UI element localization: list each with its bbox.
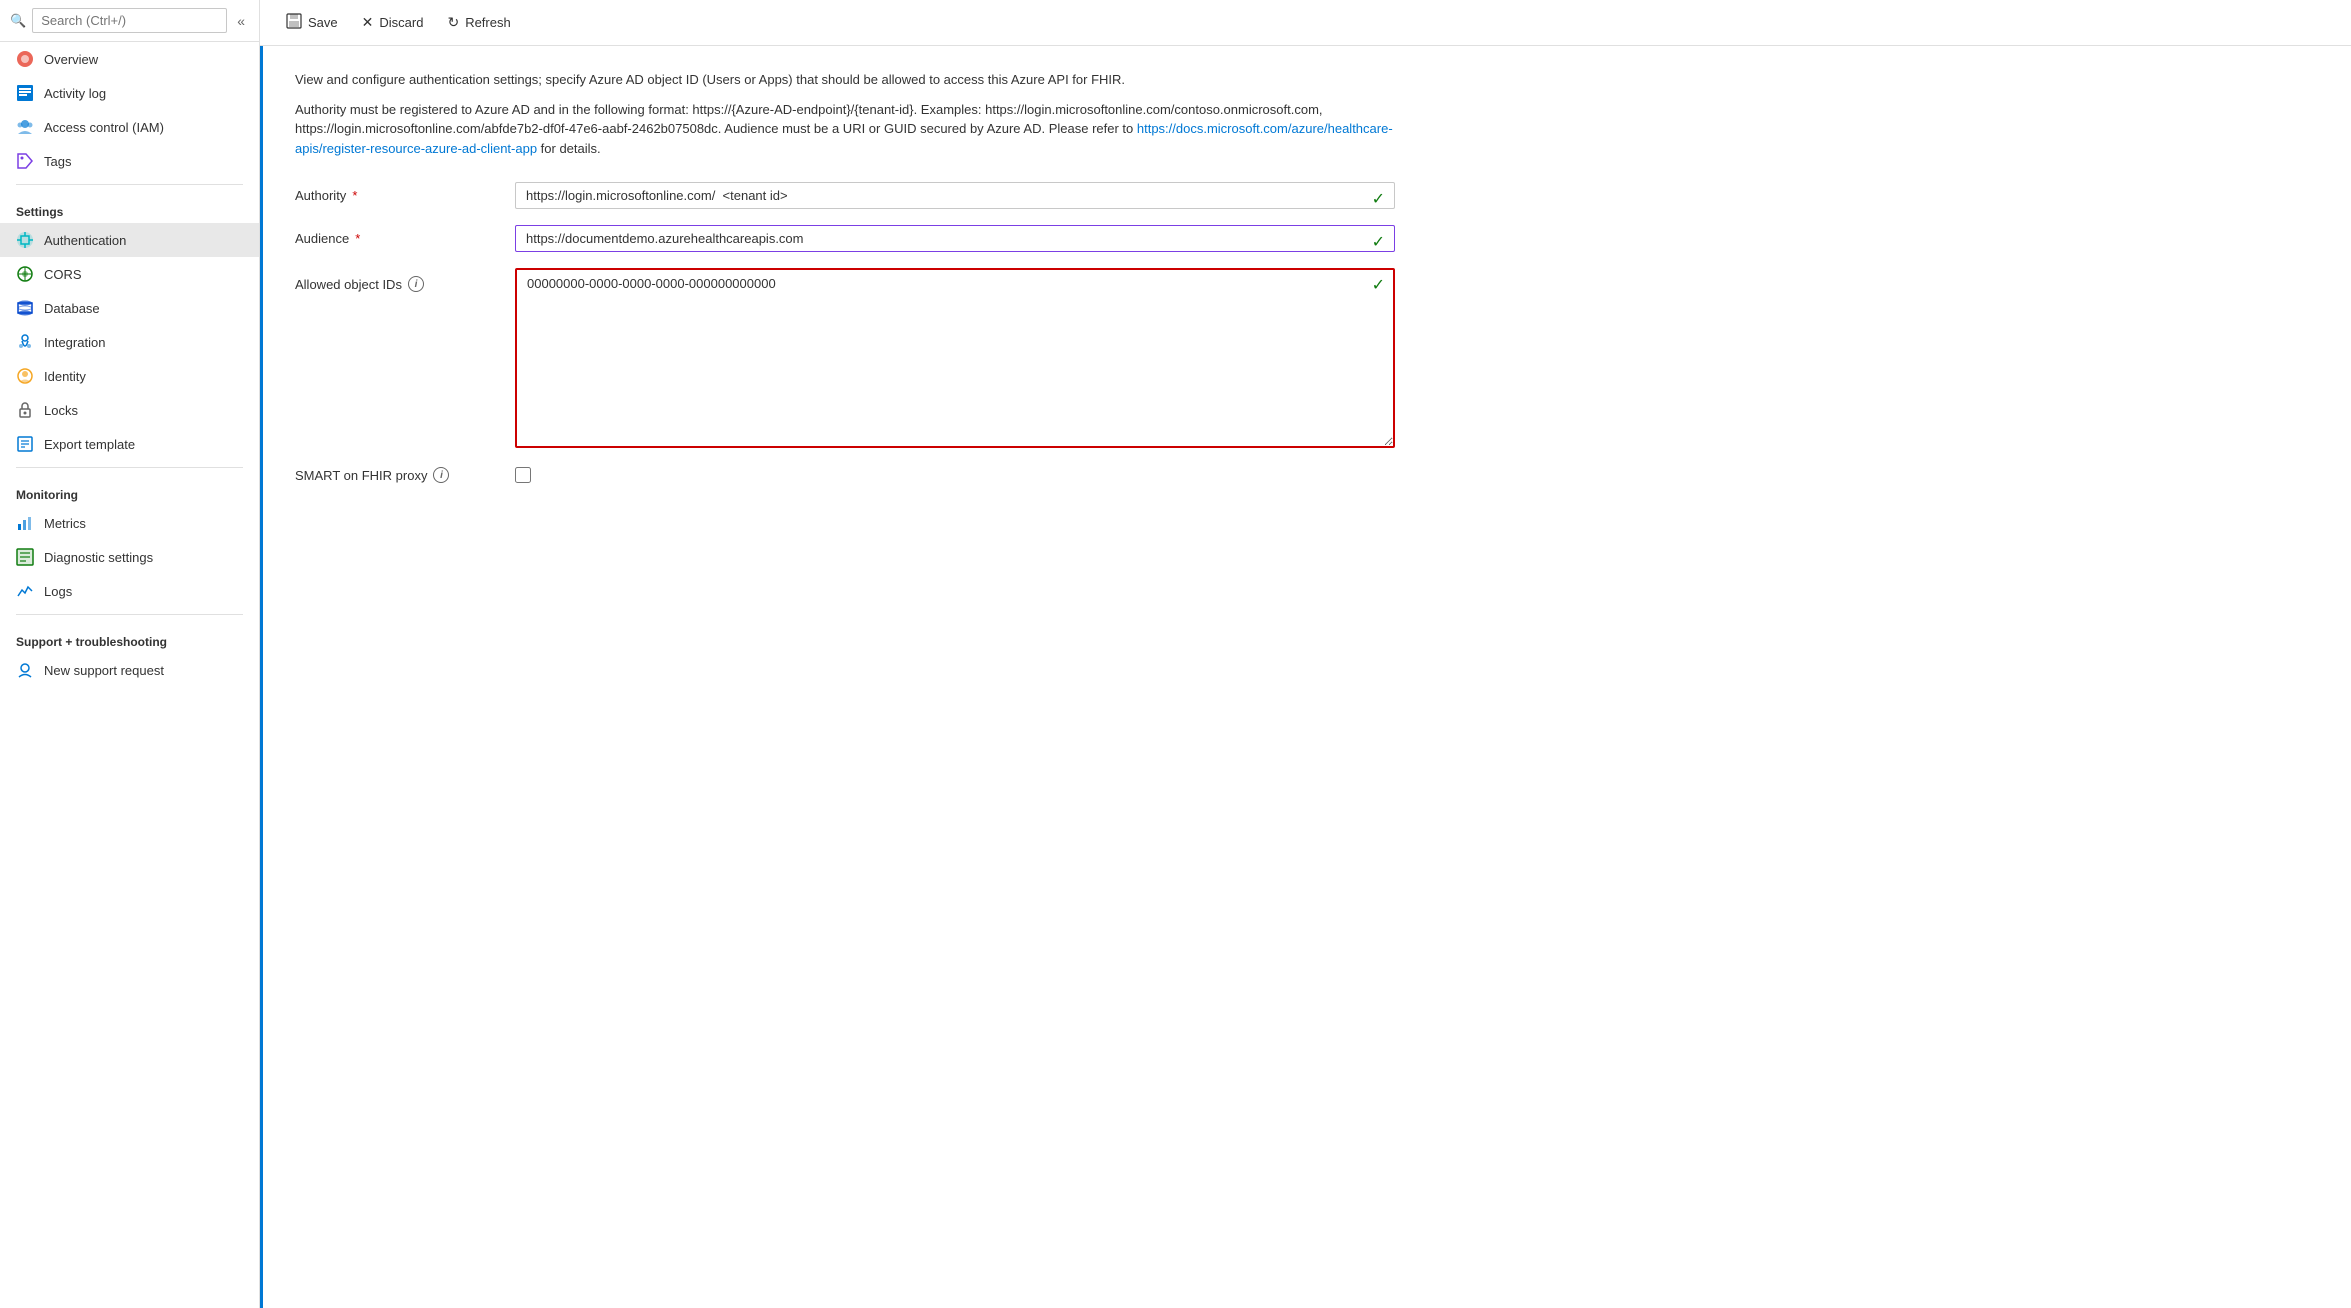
sidebar-item-label: Identity	[44, 369, 86, 384]
save-icon	[286, 13, 302, 32]
allowed-object-ids-textarea[interactable]: 00000000-0000-0000-0000-000000000000	[515, 268, 1395, 448]
discard-icon: ✕	[362, 14, 374, 31]
overview-icon	[16, 50, 34, 68]
audience-row: Audience * ✓	[295, 225, 1395, 252]
authority-valid-icon: ✓	[1372, 189, 1385, 209]
metrics-icon	[16, 514, 34, 532]
cors-icon	[16, 265, 34, 283]
divider-support	[16, 614, 243, 615]
sidebar-item-label: Database	[44, 301, 100, 316]
authority-required-star: *	[352, 188, 357, 203]
toolbar: Save ✕ Discard ↻ Refresh	[260, 0, 2351, 46]
sidebar-item-locks[interactable]: Locks	[0, 393, 259, 427]
identity-icon	[16, 367, 34, 385]
sidebar-item-label: New support request	[44, 663, 164, 678]
authentication-icon	[16, 231, 34, 249]
support-section-label: Support + troubleshooting	[0, 621, 259, 653]
smart-fhir-checkbox[interactable]	[515, 467, 531, 483]
sidebar-item-label: Overview	[44, 52, 98, 67]
audience-required-star: *	[355, 231, 360, 246]
sidebar-item-label: Locks	[44, 403, 78, 418]
sidebar-item-cors[interactable]: CORS	[0, 257, 259, 291]
sidebar-item-identity[interactable]: Identity	[0, 359, 259, 393]
sidebar-item-label: Activity log	[44, 86, 106, 101]
description-paragraph-1: View and configure authentication settin…	[295, 70, 1395, 90]
sidebar-navigation: Overview Activity log Access control (IA…	[0, 42, 259, 1288]
sidebar-item-tags[interactable]: Tags	[0, 144, 259, 178]
sidebar-item-authentication[interactable]: Authentication	[0, 223, 259, 257]
authority-input[interactable]	[515, 182, 1395, 209]
sidebar: 🔍 « Overview Activity log Access control…	[0, 0, 260, 1308]
sidebar-item-label: Export template	[44, 437, 135, 452]
authority-label: Authority *	[295, 182, 515, 203]
smart-fhir-row: SMART on FHIR proxy i	[295, 467, 1395, 483]
discard-label: Discard	[379, 15, 423, 30]
sidebar-item-export-template[interactable]: Export template	[0, 427, 259, 461]
integration-icon	[16, 333, 34, 351]
allowed-object-ids-valid-icon: ✓	[1372, 275, 1385, 295]
audience-label: Audience *	[295, 225, 515, 246]
audience-input[interactable]	[515, 225, 1395, 252]
diagnostic-settings-icon	[16, 548, 34, 566]
sidebar-item-label: Tags	[44, 154, 71, 169]
sidebar-item-diagnostic-settings[interactable]: Diagnostic settings	[0, 540, 259, 574]
divider-settings	[16, 184, 243, 185]
sidebar-item-label: CORS	[44, 267, 82, 282]
content-area: View and configure authentication settin…	[260, 46, 2351, 1308]
locks-icon	[16, 401, 34, 419]
authority-row: Authority * ✓	[295, 182, 1395, 209]
sidebar-item-label: Access control (IAM)	[44, 120, 164, 135]
settings-section-label: Settings	[0, 191, 259, 223]
activity-log-icon	[16, 84, 34, 102]
collapse-button[interactable]: «	[233, 11, 249, 31]
search-icon: 🔍	[10, 13, 26, 29]
save-button[interactable]: Save	[276, 8, 348, 37]
database-icon	[16, 299, 34, 317]
sidebar-item-new-support-request[interactable]: New support request	[0, 653, 259, 687]
sidebar-item-label: Integration	[44, 335, 105, 350]
sidebar-item-label: Diagnostic settings	[44, 550, 153, 565]
allowed-object-ids-input-wrap: 00000000-0000-0000-0000-000000000000 ✓	[515, 268, 1395, 451]
monitoring-section-label: Monitoring	[0, 474, 259, 506]
description-text-part2: for details.	[537, 141, 601, 156]
refresh-label: Refresh	[465, 15, 511, 30]
logs-icon	[16, 582, 34, 600]
sidebar-item-overview[interactable]: Overview	[0, 42, 259, 76]
divider-monitoring	[16, 467, 243, 468]
allowed-object-ids-label: Allowed object IDs i	[295, 268, 515, 292]
sidebar-item-label: Metrics	[44, 516, 86, 531]
sidebar-item-logs[interactable]: Logs	[0, 574, 259, 608]
allowed-object-ids-info-icon[interactable]: i	[408, 276, 424, 292]
main-content-area: Save ✕ Discard ↻ Refresh View and config…	[260, 0, 2351, 1308]
sidebar-search-area: 🔍 «	[0, 0, 259, 42]
audience-input-wrap: ✓	[515, 225, 1395, 252]
refresh-button[interactable]: ↻ Refresh	[437, 9, 520, 36]
sidebar-item-label: Logs	[44, 584, 72, 599]
sidebar-item-integration[interactable]: Integration	[0, 325, 259, 359]
tags-icon	[16, 152, 34, 170]
smart-fhir-info-icon[interactable]: i	[433, 467, 449, 483]
sidebar-item-database[interactable]: Database	[0, 291, 259, 325]
authentication-form: Authority * ✓ Audience * ✓	[295, 182, 1395, 483]
save-label: Save	[308, 15, 338, 30]
new-support-request-icon	[16, 661, 34, 679]
authority-input-wrap: ✓	[515, 182, 1395, 209]
search-input[interactable]	[32, 8, 227, 33]
allowed-object-ids-row: Allowed object IDs i 00000000-0000-0000-…	[295, 268, 1395, 451]
export-template-icon	[16, 435, 34, 453]
sidebar-item-label: Authentication	[44, 233, 126, 248]
sidebar-item-metrics[interactable]: Metrics	[0, 506, 259, 540]
access-control-icon	[16, 118, 34, 136]
audience-valid-icon: ✓	[1372, 232, 1385, 252]
sidebar-item-access-control[interactable]: Access control (IAM)	[0, 110, 259, 144]
discard-button[interactable]: ✕ Discard	[352, 9, 434, 36]
refresh-icon: ↻	[447, 14, 459, 31]
sidebar-item-activity-log[interactable]: Activity log	[0, 76, 259, 110]
smart-fhir-label: SMART on FHIR proxy i	[295, 467, 515, 483]
description-paragraph-2: Authority must be registered to Azure AD…	[295, 100, 1395, 159]
